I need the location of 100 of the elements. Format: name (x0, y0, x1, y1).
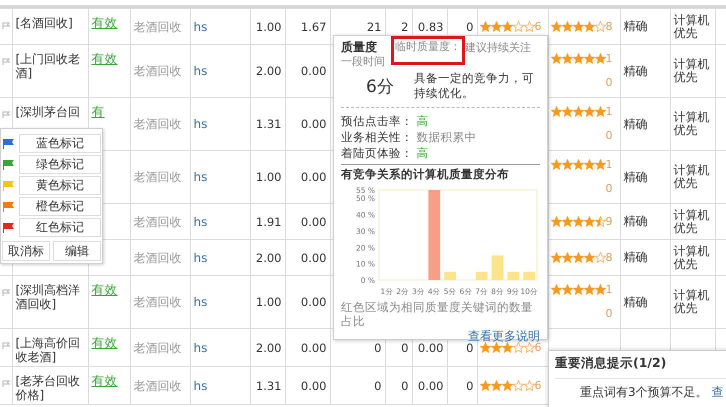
star-icon (524, 380, 534, 390)
table-cell: 0.00 (418, 340, 444, 354)
table-cell: 0.00 (300, 64, 326, 78)
star-icon (562, 53, 572, 64)
star-icon (490, 20, 502, 32)
unit-link[interactable]: hs (194, 378, 208, 392)
star-score: 6 (534, 18, 542, 34)
star-score: 8 (606, 250, 612, 266)
star-icon (550, 252, 562, 262)
view-link[interactable]: 查 (711, 385, 724, 399)
notice-title: 重要消息提示(1/2) (555, 355, 726, 379)
table-cell: 1.00 (256, 20, 282, 34)
flag-icon[interactable] (2, 58, 10, 65)
star-icon (584, 284, 594, 295)
table-cell: 1.91 (256, 214, 282, 228)
star-score: 10 (606, 51, 612, 91)
flag-icon[interactable] (2, 380, 10, 387)
star-icon (550, 159, 562, 170)
period-text: 一段时间 (341, 55, 386, 68)
mark-button[interactable]: 红色标记 (19, 218, 101, 237)
temporary-quality-text: 建议持续关注 (465, 40, 531, 55)
flag-icon[interactable] (2, 111, 10, 118)
table-cell: 2 (401, 20, 408, 34)
table-cell-text: 精确 (624, 170, 648, 184)
star-icon (572, 159, 584, 170)
star-icon (502, 342, 512, 352)
table-cell: 1.67 (300, 20, 326, 34)
table-cell: 0 (466, 378, 474, 392)
table-cell: 0 (374, 340, 382, 354)
unit-link[interactable]: hs (194, 117, 208, 131)
star-icon (562, 106, 572, 117)
table-cell: 1.00 (256, 170, 282, 184)
star-icon (524, 342, 534, 352)
unit-link[interactable]: hs (194, 64, 208, 78)
star-score: 8 (606, 18, 612, 34)
mark-button[interactable]: 蓝色标记 (19, 134, 101, 153)
star-icon (594, 159, 606, 170)
table-cell-text: 精确 (624, 64, 648, 78)
keyword-text: [老茅台回收价格] (16, 374, 80, 402)
chart-title: 有竞争关系的计算机质量度分布 (341, 167, 510, 182)
table-cell-text: 计算机优先 (674, 58, 710, 84)
unit-link[interactable]: hs (194, 20, 208, 34)
star-icon (480, 20, 490, 32)
table-cell-text: 精确 (624, 251, 648, 264)
table-cell-text: 计算机优先 (674, 208, 710, 234)
table-cell-text: 计算机优先 (674, 244, 710, 270)
mark-button[interactable]: 绿色标记 (19, 155, 101, 174)
menu-action-button[interactable]: 编辑 (53, 241, 101, 261)
flag-icon[interactable] (2, 289, 10, 296)
flag-icon[interactable] (2, 342, 10, 349)
table-cell: 21 (366, 20, 382, 34)
table-cell: 0.00 (300, 250, 326, 264)
table-cell: 0.00 (300, 295, 326, 309)
status-link[interactable]: 有效 (92, 282, 118, 297)
star-icon (572, 106, 584, 117)
star-score: 6 (534, 340, 542, 356)
factor-label: 业务相关性： (341, 130, 413, 144)
unit-link[interactable]: hs (194, 340, 208, 354)
star-score: 6 (534, 378, 542, 394)
table-cell-text: 精确 (624, 118, 648, 130)
unit-link[interactable]: hs (194, 250, 208, 264)
table-cell-text: 精确 (624, 20, 648, 33)
star-icon (502, 20, 512, 32)
star-icon (550, 20, 562, 32)
star-icon (480, 380, 490, 390)
star-icon (490, 380, 502, 390)
table-cell-text: 计算机优先 (674, 111, 710, 137)
more-link[interactable]: 查看更多说明 (468, 329, 540, 343)
star-icon (562, 216, 572, 226)
status-link[interactable]: 有效 (92, 51, 118, 66)
star-icon (572, 216, 584, 226)
unit-link[interactable]: hs (194, 295, 208, 309)
quality-score: 6分 (366, 76, 394, 98)
star-icon (512, 380, 524, 390)
star-icon (584, 159, 594, 170)
star-icon (524, 20, 534, 32)
unit-link[interactable]: hs (194, 214, 208, 228)
star-icon (594, 284, 606, 295)
table-cell: 1.00 (256, 295, 282, 309)
menu-action-button[interactable]: 取消标 (2, 241, 50, 261)
table-cell-text: 精确 (624, 215, 648, 228)
star-icon (562, 252, 572, 262)
flag-icon[interactable] (2, 22, 10, 29)
mark-button[interactable]: 橙色标记 (19, 197, 101, 216)
mark-button[interactable]: 黄色标记 (19, 176, 101, 195)
table-cell: 0 (466, 20, 474, 34)
unit-link[interactable]: hs (194, 170, 208, 184)
star-icon (584, 252, 594, 262)
status-link[interactable]: 有 (92, 104, 104, 119)
keyword-text: [深圳茅台回 (16, 105, 80, 119)
star-icon (572, 53, 584, 64)
star-icon (550, 53, 562, 64)
factor-label: 预估点击率： (341, 114, 413, 128)
keyword-text: [上门回收老酒] (16, 52, 80, 80)
table-cell: 0.00 (300, 378, 326, 392)
table-cell: 0 (401, 378, 408, 392)
star-icon (584, 106, 594, 117)
factor-value: 高 (416, 114, 429, 128)
star-icon (594, 216, 606, 226)
highlighted-label: 临时质量度： (391, 36, 465, 65)
